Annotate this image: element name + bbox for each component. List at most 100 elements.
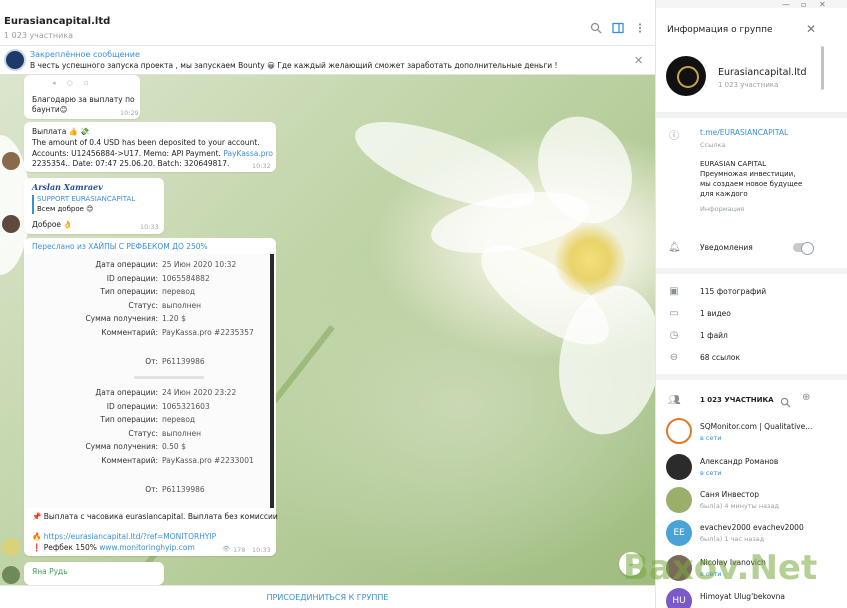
avatar[interactable] [2, 215, 20, 233]
group-member-count: 1 023 участника [718, 81, 779, 89]
message-time: 10:33 [252, 546, 271, 554]
op-label: Тип операции: [100, 287, 158, 296]
pinned-message-bar[interactable]: Закреплённое сообщение В честь успешного… [0, 46, 655, 75]
op-value: P61139986 [162, 357, 205, 366]
media-photos[interactable]: 115 фотографий [700, 287, 766, 296]
message-text: The amount of 0.4 USD has been deposited… [32, 138, 260, 147]
message-bubble[interactable]: Arslan Xamraev SUPPORT EURASIANCAPITAL В… [24, 178, 164, 234]
message-link[interactable]: www.monitoringhyip.com [99, 543, 194, 552]
close-icon[interactable]: ✕ [806, 22, 816, 36]
reply-title[interactable]: SUPPORT EURASIANCAPITAL [37, 195, 135, 203]
forwarded-message-bubble[interactable]: Переслано из ХАЙПЫ С РЕФБЕКОМ ДО 250% Да… [24, 238, 278, 556]
message-text: Выплата 👍 💸 [32, 127, 90, 136]
op-value: 1065321603 [162, 401, 210, 411]
media-files[interactable]: 1 файл [700, 331, 728, 340]
message-text: баунти😊 [32, 105, 68, 114]
member-avatar[interactable]: EE [666, 520, 692, 546]
members-header: 1 023 УЧАСТНИКА [700, 396, 774, 404]
op-value: PayKassa.pro #2235357 [162, 327, 254, 337]
group-name: Eurasiancapital.ltd [718, 67, 807, 78]
close-icon[interactable]: ✕ [634, 54, 643, 67]
member-avatar[interactable] [666, 454, 692, 480]
screenshot-divider [134, 376, 204, 379]
op-value: 1.20 $ [162, 314, 186, 323]
member-avatar[interactable] [666, 418, 692, 444]
op-label: Дата операции: [95, 260, 158, 269]
member-status: был(а) 1 час назад [700, 535, 765, 543]
join-bar: ПРИСОЕДИНИТЬСЯ К ГРУППЕ [0, 585, 655, 608]
divider [656, 268, 847, 274]
search-icon[interactable] [780, 393, 791, 412]
op-value: PayKassa.pro #2233001 [162, 455, 254, 465]
operation-details-2: Дата операции: 24 Июн 2020 23:22 ID опера… [36, 388, 294, 499]
group-avatar[interactable] [666, 56, 706, 96]
telegram-window: Eurasiancapital.ltd 1 023 участника Закр… [0, 0, 847, 608]
chat-title[interactable]: Eurasiancapital.ltd [4, 16, 110, 27]
media-links[interactable]: 68 ссылок [700, 353, 740, 362]
link-icon: ⊖ [669, 352, 679, 363]
op-value: 1065584882 [162, 273, 210, 283]
operation-details-1: Дата операции: 25 Июн 2020 10:32 ID опера… [36, 260, 294, 371]
reaction-icons: ◂ ○ ▫ [52, 79, 89, 87]
group-link[interactable]: t.me/EURASIANCAPITAL [700, 128, 788, 137]
message-text: Accounts: U12456884->U17. Memo: API Paym… [32, 149, 273, 158]
view-count: 178 [233, 546, 246, 554]
photo-icon: ▣ [669, 286, 679, 297]
message-bubble[interactable]: ◂ ○ ▫ Благодарю за выплату по баунти😊 10… [24, 75, 140, 119]
op-label: Дата операции: [95, 388, 158, 397]
message-link[interactable]: 🔥 https://eurasiancapital.ltd/?ref=MONIT… [32, 532, 216, 541]
member-name[interactable]: evachev2000 evachev2000 [700, 523, 804, 532]
message-sender[interactable]: Яна Рудь [32, 567, 68, 576]
divider [656, 112, 847, 118]
maximize-icon[interactable]: ▫ [801, 0, 806, 9]
member-name[interactable]: Саня Инвестор [700, 490, 759, 499]
file-icon: ◷ [669, 330, 679, 341]
avatar[interactable] [2, 566, 20, 584]
pinned-avatar [4, 49, 26, 71]
sidebar-toggle-icon[interactable] [611, 22, 625, 36]
panel-title: Информация о группе [667, 25, 773, 35]
op-label: Сумма получения: [85, 442, 158, 451]
group-description-line: Преумножая инвестиции, [700, 170, 796, 178]
op-label: Комментарий: [101, 455, 158, 465]
avatar[interactable] [2, 152, 20, 170]
daisy-center [555, 225, 625, 295]
forwarded-from[interactable]: Переслано из ХАЙПЫ С РЕФБЕКОМ ДО 250% [32, 242, 208, 251]
divider [656, 374, 847, 380]
op-value: 24 Июн 2020 23:22 [162, 388, 237, 397]
media-videos[interactable]: 1 видео [700, 309, 731, 318]
op-value: перевод [162, 287, 196, 296]
op-value: перевод [162, 415, 196, 424]
message-bubble[interactable]: Яна Рудь [24, 562, 164, 585]
member-name[interactable]: SQMonitor.com | Qualitative... [700, 422, 812, 431]
message-time: 10:32 [252, 162, 271, 170]
search-icon[interactable] [589, 22, 603, 36]
op-value: 0.50 $ [162, 442, 186, 451]
op-label: Тип операции: [100, 415, 158, 424]
minimize-icon[interactable]: — [782, 0, 790, 9]
member-name[interactable]: Himoyat Ulug'bekovna [700, 592, 785, 601]
message-text: ❗ Рефбек 150% www.monitoringhyip.com [32, 543, 195, 552]
notifications-toggle[interactable] [793, 242, 814, 255]
info-icon: ⓘ [669, 131, 679, 142]
message-time: 10:29 [120, 109, 139, 117]
member-avatar[interactable] [666, 487, 692, 513]
message-bubble[interactable]: Выплата 👍 💸 The amount of 0.4 USD has be… [24, 122, 276, 172]
message-link[interactable]: PayKassa.pro [223, 149, 273, 158]
message-text: 📌 Выплата с часовика eurasiancapital. Вы… [32, 512, 278, 521]
op-label: ID операции: [106, 273, 158, 283]
close-window-icon[interactable]: ✕ [819, 0, 826, 9]
video-icon: ▭ [669, 308, 679, 319]
more-menu-icon[interactable] [633, 22, 647, 36]
member-avatar[interactable]: HU [666, 588, 692, 608]
add-member-icon[interactable]: ⊕ [802, 392, 810, 403]
avatar[interactable] [2, 538, 20, 556]
scrollbar[interactable] [821, 46, 824, 90]
message-text-part: Accounts: U12456884->U17. Memo: API Paym… [32, 149, 224, 158]
group-description-line: мы создаем новое будущее [700, 180, 803, 188]
views-icon: 👁 [222, 545, 231, 553]
member-name[interactable]: Александр Романов [700, 457, 778, 466]
join-group-button[interactable]: ПРИСОЕДИНИТЬСЯ К ГРУППЕ [0, 593, 655, 602]
message-sender[interactable]: Arslan Xamraev [32, 182, 103, 192]
op-label: ID операции: [106, 401, 158, 411]
